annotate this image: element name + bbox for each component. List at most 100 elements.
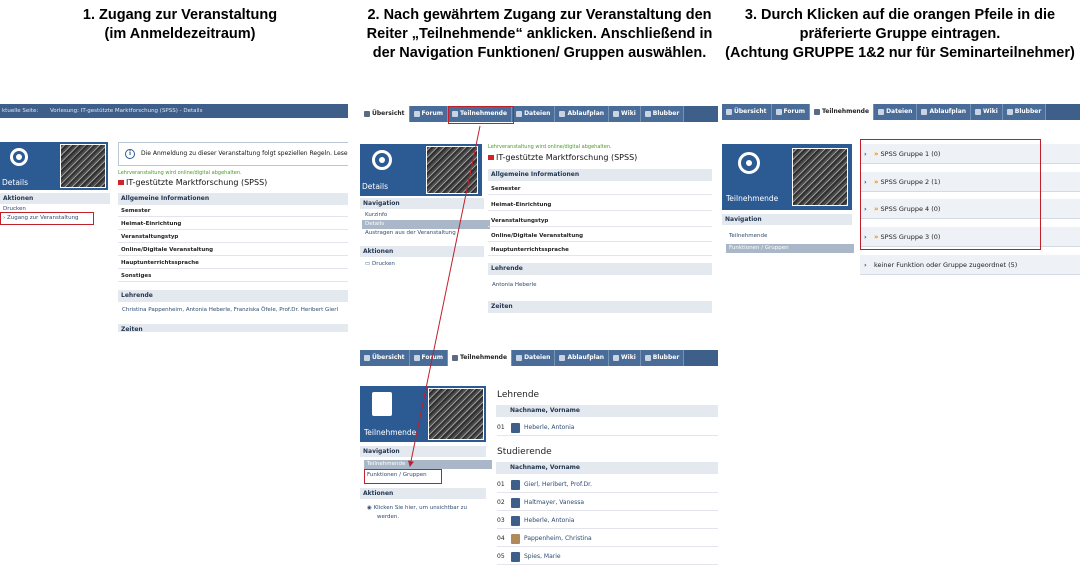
step2-heading: 2. Nach gewährtem Zugang zur Veranstaltu… xyxy=(352,6,727,63)
info-row-semester: Semester xyxy=(488,183,712,195)
tab-overview[interactable]: Übersicht xyxy=(360,350,410,366)
tab-schedule[interactable]: Ablaufplan xyxy=(555,106,610,122)
tab-overview[interactable]: Übersicht xyxy=(360,106,410,122)
breadcrumb: ktuelle Seite: Vorlesung: IT-gestützte M… xyxy=(0,104,348,118)
overview-icon xyxy=(364,355,370,361)
online-note: Lehrveranstaltung wird online/digital ab… xyxy=(118,170,242,176)
hero-title: Teilnehmende xyxy=(364,428,417,437)
general-info-heading: Allgemeine Informationen xyxy=(118,193,348,205)
tab-blubber[interactable]: Blubber xyxy=(1002,104,1047,120)
participants-icon xyxy=(814,109,820,115)
tab-wiki[interactable]: Wiki xyxy=(609,350,641,366)
step3-heading: 3. Durch Klicken auf die orangen Pfeile … xyxy=(724,6,1076,63)
avatar xyxy=(511,551,520,562)
schedule-icon xyxy=(559,355,566,361)
nav-item-participants[interactable]: Teilnehmende xyxy=(364,460,492,469)
tab-files[interactable]: Dateien xyxy=(874,104,918,120)
tab-participants[interactable]: Teilnehmende xyxy=(810,104,875,120)
avatar xyxy=(511,422,520,433)
course-hero-image: Details xyxy=(360,144,482,196)
info-row-online: Online/Digitale Veranstaltung xyxy=(488,230,712,242)
panel-overview: Übersicht Forum Teilnehmende Dateien Abl… xyxy=(360,106,718,313)
navigation-heading: Navigation xyxy=(360,198,484,209)
video-icon xyxy=(488,155,494,160)
blubber-icon xyxy=(1006,109,1013,115)
schedule-icon xyxy=(559,111,566,117)
navigation-heading: Navigation xyxy=(722,214,852,225)
step1-line1: 1. Zugang zur Veranstaltung xyxy=(82,7,278,23)
lecturer-list[interactable]: Christina Pappenheim, Antonia Heberle, F… xyxy=(122,307,338,313)
video-icon xyxy=(118,180,124,185)
tab-blubber[interactable]: Blubber xyxy=(640,350,685,366)
tab-schedule[interactable]: Ablaufplan xyxy=(555,350,610,366)
participants-hero-image: Teilnehmende xyxy=(360,386,486,442)
nav-item-summary[interactable]: Kurzinfo xyxy=(362,211,482,220)
info-row-home: Heimat-Einrichtung xyxy=(488,199,712,211)
lecturers-heading: Lehrende xyxy=(118,290,348,302)
nav-item-participants[interactable]: Teilnehmende xyxy=(726,232,850,241)
general-info-heading: Allgemeine Informationen xyxy=(488,169,712,181)
column-header-name[interactable]: Nachname, Vorname xyxy=(496,405,718,417)
info-row-type: Veranstaltungstyp xyxy=(488,215,712,227)
online-note: Lehrveranstaltung wird online/digital ab… xyxy=(488,144,612,150)
chevron-right-icon[interactable]: › xyxy=(864,255,874,275)
files-icon xyxy=(516,355,523,361)
course-tabbar: Übersicht Forum Teilnehmende Dateien Abl… xyxy=(360,350,718,366)
files-icon xyxy=(516,111,523,117)
tab-blubber[interactable]: Blubber xyxy=(640,106,685,122)
tab-forum[interactable]: Forum xyxy=(409,106,448,122)
eye-icon: ◉ xyxy=(367,505,372,511)
tab-files[interactable]: Dateien xyxy=(512,106,556,122)
nav-item-details[interactable]: Details xyxy=(362,220,490,229)
tab-files[interactable]: Dateien xyxy=(512,350,556,366)
lecturers-heading: Lehrende xyxy=(488,263,712,275)
lecturers-heading: Lehrende xyxy=(497,390,540,400)
step2-line1: 2. Nach gewährtem Zugang zur Veranstaltu… xyxy=(367,7,712,23)
overview-icon xyxy=(364,111,370,117)
column-header-name[interactable]: Nachname, Vorname xyxy=(496,462,718,474)
forum-icon xyxy=(413,111,420,117)
times-heading: Zeiten xyxy=(488,301,712,313)
table-row[interactable]: 01 Gierl, Heribert, Prof.Dr. xyxy=(497,476,718,493)
avatar xyxy=(511,497,520,508)
files-icon xyxy=(878,109,885,115)
course-photo xyxy=(792,148,848,206)
step1-heading: 1. Zugang zur Veranstaltung (im Anmeldez… xyxy=(60,6,300,44)
table-row[interactable]: 01 Heberle, Antonia xyxy=(497,419,718,436)
print-icon: ▭ xyxy=(365,261,371,267)
breadcrumb-current[interactable]: Vorlesung: IT-gestützte Marktforschung (… xyxy=(50,108,202,114)
tab-forum[interactable]: Forum xyxy=(409,350,448,366)
panel-details-access: ktuelle Seite: Vorlesung: IT-gestützte M… xyxy=(0,104,348,332)
tab-forum[interactable]: Forum xyxy=(771,104,810,120)
tab-overview[interactable]: Übersicht xyxy=(722,104,772,120)
studip-logo-dot-icon xyxy=(746,160,752,166)
table-row[interactable]: 05 Spies, Marie xyxy=(497,548,718,565)
table-row[interactable]: 04 Pappenheim, Christina xyxy=(497,530,718,547)
tab-schedule[interactable]: Ablaufplan xyxy=(917,104,972,120)
avatar xyxy=(511,479,520,490)
participants-hero-image: Teilnehmende xyxy=(722,144,852,210)
course-hero-image: Details xyxy=(0,142,108,190)
nav-item-unsubscribe[interactable]: Austragen aus der Veranstaltung xyxy=(362,229,482,238)
tab-participants[interactable]: Teilnehmende xyxy=(448,350,513,366)
print-action[interactable]: ▭ Drucken xyxy=(362,260,482,269)
table-row[interactable]: 03 Heberle, Antonia xyxy=(497,512,718,529)
tab-wiki[interactable]: Wiki xyxy=(609,106,641,122)
studip-logo-dot-icon xyxy=(16,154,22,160)
tab-wiki[interactable]: Wiki xyxy=(971,104,1003,120)
breadcrumb-label: ktuelle Seite: xyxy=(2,108,39,114)
invisible-action[interactable]: ◉ Klicken Sie hier, um unsichtbar zu xyxy=(364,504,484,513)
nav-item-functions-groups[interactable]: Funktionen / Gruppen xyxy=(726,244,854,253)
no-group-row[interactable]: › keiner Funktion oder Gruppe zugeordnet … xyxy=(860,255,1080,275)
avatar xyxy=(511,533,520,544)
avatar xyxy=(511,515,520,526)
course-tabbar: Übersicht Forum Teilnehmende Dateien Abl… xyxy=(360,106,718,122)
navigation-heading: Navigation xyxy=(360,446,486,457)
table-row[interactable]: 02 Haltmayer, Vanessa xyxy=(497,494,718,511)
lecturer-list[interactable]: Antonia Heberle xyxy=(492,282,536,288)
info-row-home: Heimat-Einrichtung xyxy=(118,218,348,230)
hero-title: Details xyxy=(2,178,29,187)
wiki-icon xyxy=(613,355,620,361)
info-row-online: Online/Digitale Veranstaltung xyxy=(118,244,348,256)
actions-heading: Aktionen xyxy=(0,193,110,204)
